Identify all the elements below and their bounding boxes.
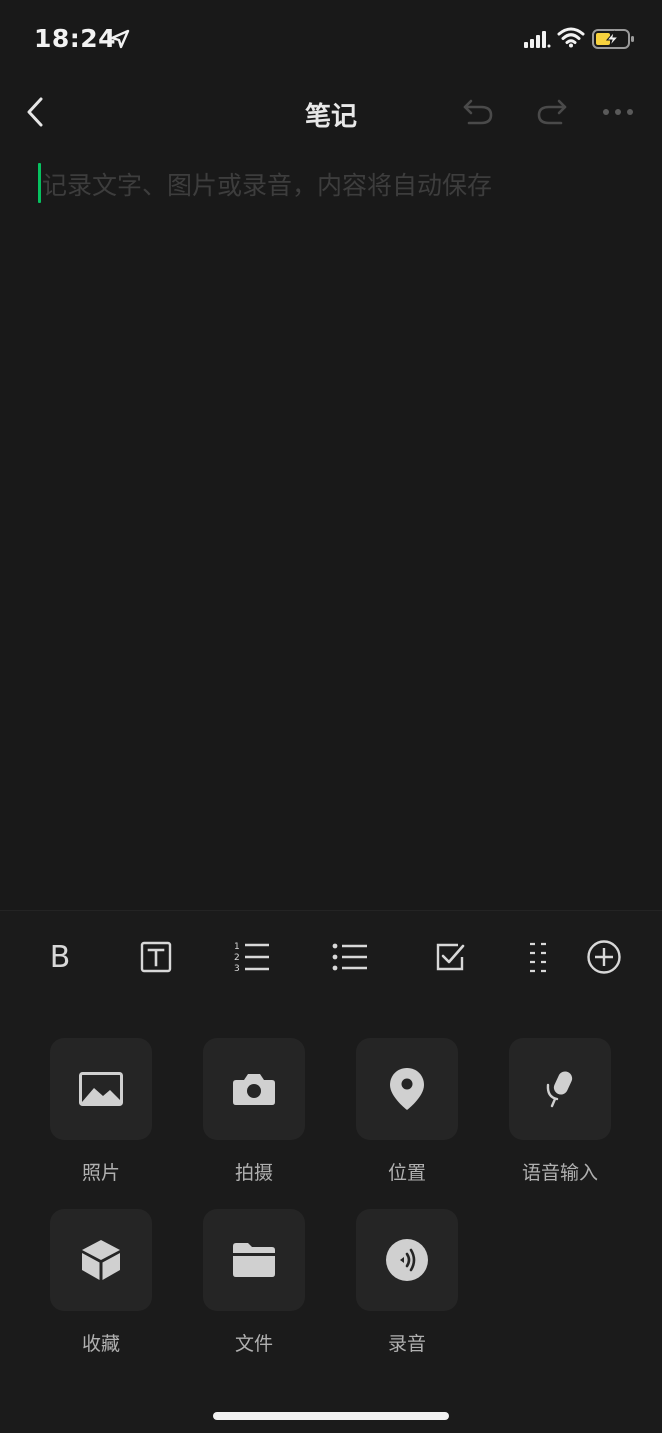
tile-box [50,1038,152,1140]
tile-box [356,1038,458,1140]
undo-button[interactable] [458,94,498,130]
tile-box [50,1209,152,1311]
status-bar: 18:24 [0,0,662,80]
attach-location-button[interactable]: 位置 [356,1038,458,1185]
checkbox-icon [436,943,465,971]
editor-placeholder: 记录文字、图片或录音，内容将自动保存 [42,171,493,200]
note-editor[interactable]: 记录文字、图片或录音，内容将自动保存 [38,160,638,900]
tile-label: 位置 [387,1162,426,1184]
tile-box [356,1209,458,1311]
more-button[interactable] [598,94,638,130]
svg-text:3: 3 [234,964,240,974]
battery-charging-icon [592,29,634,49]
wifi-icon [557,27,585,48]
numbered-list-icon: 1 2 3 [234,942,269,974]
tile-label: 文件 [234,1333,273,1355]
tile-box [203,1209,305,1311]
svg-text:2: 2 [234,953,240,963]
redo-button[interactable] [532,94,572,130]
tile-label: 照片 [81,1162,120,1184]
text-style-button[interactable] [136,937,176,977]
divider-icon [530,942,546,973]
attach-file-button[interactable]: 文件 [203,1209,305,1356]
tile-box [203,1038,305,1140]
bullet-list-icon [332,943,367,971]
text-style-icon [140,941,172,973]
bold-button[interactable]: B [40,937,80,977]
favorites-cube-icon [82,1240,120,1280]
audio-record-icon [386,1239,428,1281]
bottom-panel: B 1 2 3 照片 拍摄 位置 语音输入 收藏 文件 录音 [0,910,662,1433]
numbered-list-button[interactable]: 1 2 3 [232,937,272,977]
status-time: 18:24 [34,24,117,53]
attach-favorites-button[interactable]: 收藏 [50,1209,152,1356]
location-pin-icon [390,1068,424,1110]
tile-label: 录音 [387,1333,426,1355]
microphone-icon [546,1071,573,1108]
photo-icon [79,1072,123,1106]
tile-label: 语音输入 [521,1162,598,1184]
undo-icon [463,99,493,125]
attach-audio-record-button[interactable]: 录音 [356,1209,458,1356]
add-circle-icon [587,940,621,974]
checkbox-button[interactable] [430,937,470,977]
svg-text:1: 1 [234,942,240,952]
cellular-signal-icon [524,31,551,48]
more-icon [603,109,633,115]
tile-label: 拍摄 [234,1162,273,1184]
format-toolbar: B 1 2 3 [0,910,662,1002]
folder-icon [233,1243,275,1277]
bold-icon: B [49,939,71,975]
attach-camera-button[interactable]: 拍摄 [203,1038,305,1185]
location-arrow-icon [110,29,130,49]
redo-icon [537,99,567,125]
text-caret [38,163,41,203]
tile-box [509,1038,611,1140]
bullet-list-button[interactable] [330,937,370,977]
tile-label: 收藏 [81,1333,120,1355]
add-button[interactable] [584,937,624,977]
divider-button[interactable] [518,937,558,977]
home-indicator[interactable] [213,1412,449,1420]
camera-icon [233,1074,275,1105]
attach-voice-input-button[interactable]: 语音输入 [509,1038,611,1185]
nav-bar: 笔记 [0,80,662,144]
attach-photo-button[interactable]: 照片 [50,1038,152,1185]
